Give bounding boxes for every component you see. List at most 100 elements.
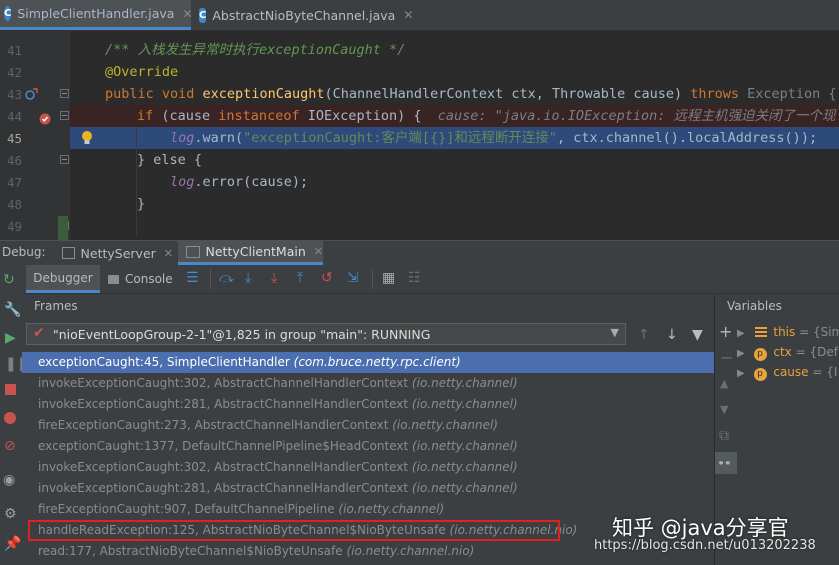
frame-item[interactable]: read:177, AbstractNioByteChannel$NioByte… bbox=[38, 541, 474, 562]
tab-simple-client-handler[interactable]: C SimpleClientHandler.java ✕ bbox=[0, 0, 193, 30]
variable-row[interactable]: ▶ p cause = {I bbox=[737, 362, 837, 382]
editor-gutter[interactable]: 41 42 43 44 45 46 47 48 49 bbox=[0, 31, 70, 240]
debugger-toolbar: Debugger Console ☰ ⤼ ⤓ ⤓ ⤒ ↺ ⇲ ▦ ☷ bbox=[22, 265, 839, 294]
line-number: 43 bbox=[6, 87, 22, 102]
arrow-down-icon[interactable]: ↓ bbox=[666, 327, 678, 343]
override-method-icon[interactable] bbox=[24, 87, 38, 101]
variable-row[interactable]: ▶ this = {Sim bbox=[737, 322, 839, 342]
field-list-icon bbox=[754, 327, 767, 337]
line-number: 42 bbox=[6, 65, 22, 80]
expand-icon[interactable]: ▶ bbox=[737, 328, 745, 339]
frame-method: invokeExceptionCaught:281, AbstractChann… bbox=[38, 481, 409, 495]
code-line-45: log.warn("exceptionCaught:客户端[{}]和远程断开连接… bbox=[170, 127, 839, 149]
trace-icon[interactable]: ☷ bbox=[408, 270, 421, 286]
tab-abstract-nio-byte-channel[interactable]: C AbstractNioByteChannel.java ✕ bbox=[195, 0, 413, 30]
frame-method: fireExceptionCaught:907, DefaultChannelP… bbox=[38, 502, 335, 516]
line-number: 45 bbox=[6, 131, 22, 146]
fold-icon[interactable] bbox=[60, 155, 69, 165]
frame-item[interactable]: exceptionCaught:1377, DefaultChannelPipe… bbox=[38, 436, 518, 457]
frame-item[interactable]: fireExceptionCaught:273, AbstractChannel… bbox=[38, 415, 498, 436]
frame-item[interactable]: exceptionCaught:45, SimpleClientHandler … bbox=[22, 352, 714, 373]
close-icon[interactable]: ✕ bbox=[403, 8, 413, 22]
move-up-icon[interactable]: ▲ bbox=[720, 376, 728, 392]
filter-icon[interactable]: ▼ bbox=[692, 327, 703, 343]
class-icon: C bbox=[4, 6, 12, 21]
tab-label: Console bbox=[125, 272, 173, 286]
code-token: (ChannelHandlerContext ctx, Throwable ca… bbox=[324, 86, 691, 102]
code-token: log bbox=[170, 174, 195, 190]
expand-icon[interactable]: ▶ bbox=[737, 368, 745, 379]
step-over-icon[interactable]: ⤼ bbox=[219, 270, 234, 286]
fold-icon[interactable] bbox=[60, 111, 69, 121]
gear-icon[interactable]: ⚙ bbox=[4, 506, 17, 522]
variable-row[interactable]: ▶ p ctx = {Def bbox=[737, 342, 838, 362]
line-number: 44 bbox=[6, 109, 22, 124]
line-number: 46 bbox=[6, 153, 22, 168]
code-token: public void bbox=[105, 86, 203, 102]
lightbulb-icon[interactable] bbox=[80, 130, 94, 146]
view-breakpoints-icon[interactable] bbox=[4, 412, 16, 424]
frame-method: fireExceptionCaught:273, AbstractChannel… bbox=[38, 418, 389, 432]
close-icon[interactable]: ✕ bbox=[164, 247, 173, 260]
resume-icon[interactable]: ▶ bbox=[5, 330, 16, 346]
remove-watch-icon[interactable]: − bbox=[720, 350, 733, 366]
thread-select[interactable]: ✔ "nioEventLoopGroup-2-1"@1,825 in group… bbox=[26, 323, 626, 345]
code-token: log bbox=[170, 130, 195, 146]
add-watch-icon[interactable]: + bbox=[719, 324, 732, 340]
thread-row: ✔ "nioEventLoopGroup-2-1"@1,825 in group… bbox=[22, 320, 714, 350]
parameter-icon: p bbox=[753, 348, 767, 361]
tab-label: SimpleClientHandler.java bbox=[17, 6, 175, 21]
breakpoint-icon[interactable] bbox=[38, 112, 52, 126]
code-token: exceptionCaught bbox=[202, 86, 325, 102]
highlight-annotation-box bbox=[28, 520, 560, 541]
tab-console[interactable]: Console bbox=[108, 265, 178, 293]
stop-icon[interactable] bbox=[5, 384, 16, 395]
line-number: 49 bbox=[6, 219, 22, 234]
frame-method: read:177, AbstractNioByteChannel$NioByte… bbox=[38, 544, 343, 558]
show-execution-point-icon[interactable]: ☰ bbox=[186, 270, 199, 286]
code-token: , ctx.channel().localAddress()); bbox=[556, 130, 818, 146]
line-number: 41 bbox=[6, 43, 22, 58]
evaluate-expression-icon[interactable]: ▦ bbox=[382, 270, 395, 286]
tab-debugger[interactable]: Debugger bbox=[26, 265, 100, 293]
parameter-icon: p bbox=[753, 368, 767, 381]
frame-item[interactable]: invokeExceptionCaught:302, AbstractChann… bbox=[38, 457, 518, 478]
step-into-icon[interactable]: ⤓ bbox=[245, 270, 251, 286]
expand-icon[interactable]: ▶ bbox=[737, 348, 745, 359]
fold-icon[interactable] bbox=[60, 89, 69, 99]
run-to-cursor-icon[interactable]: ⇲ bbox=[347, 270, 359, 286]
step-out-icon[interactable]: ⤒ bbox=[297, 270, 303, 286]
line-number: 48 bbox=[6, 197, 22, 212]
code-token: "exceptionCaught:客户端[{}]和远程断开连接" bbox=[243, 130, 557, 146]
inline-debug-value: cause: "java.io.IOException: 远程主机强迫关闭了一个… bbox=[437, 108, 836, 124]
frame-item[interactable]: invokeExceptionCaught:281, AbstractChann… bbox=[38, 478, 518, 499]
variable-name: cause bbox=[773, 365, 809, 379]
drop-frame-icon[interactable]: ↺ bbox=[321, 270, 333, 286]
debug-tab-netty-client-main[interactable]: NettyClientMain ✕ bbox=[178, 241, 323, 265]
show-watches-toggle[interactable]: 👓 bbox=[715, 452, 737, 474]
frame-method: invokeExceptionCaught:302, AbstractChann… bbox=[38, 460, 409, 474]
close-icon[interactable]: ✕ bbox=[314, 245, 323, 258]
pin-icon[interactable]: 📌 bbox=[4, 536, 21, 552]
rerun-icon[interactable]: ↻ bbox=[3, 272, 15, 288]
application-icon bbox=[62, 247, 75, 259]
settings-wrench-icon[interactable]: 🔧 bbox=[4, 302, 21, 318]
variable-value: = {Sim bbox=[799, 325, 839, 339]
frame-package: (io.netty.channel) bbox=[392, 418, 498, 432]
frame-item[interactable]: fireExceptionCaught:907, DefaultChannelP… bbox=[38, 499, 444, 520]
mute-breakpoints-icon[interactable]: ⊘ bbox=[4, 438, 16, 454]
code-token: .error(cause); bbox=[194, 174, 309, 190]
close-icon[interactable]: ✕ bbox=[182, 7, 192, 21]
variable-name: this bbox=[773, 325, 796, 339]
frame-item[interactable]: invokeExceptionCaught:302, AbstractChann… bbox=[38, 373, 518, 394]
watermark-url: https://blog.csdn.net/u013202238 bbox=[594, 538, 816, 553]
frame-method: exceptionCaught:45, SimpleClientHandler bbox=[38, 355, 290, 369]
code-editor[interactable]: /** 入栈发生异常时执行exceptionCaught */ @Overrid… bbox=[70, 31, 839, 240]
move-down-icon[interactable]: ▼ bbox=[720, 402, 728, 418]
debug-tab-netty-server[interactable]: NettyServer ✕ bbox=[56, 241, 173, 265]
force-step-into-icon[interactable]: ⤓ bbox=[271, 270, 277, 286]
frame-item[interactable]: invokeExceptionCaught:281, AbstractChann… bbox=[38, 394, 518, 415]
camera-icon[interactable]: ◉ bbox=[3, 472, 15, 488]
copy-icon[interactable]: ⧉ bbox=[719, 428, 729, 444]
arrow-up-icon[interactable]: ↑ bbox=[638, 327, 650, 343]
